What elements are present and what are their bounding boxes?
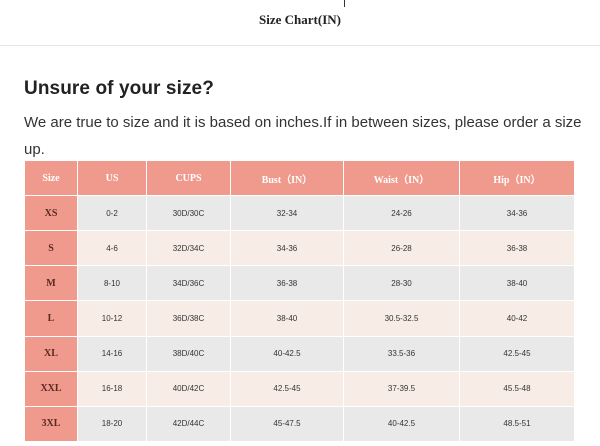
bust-cell: 45-47.5 bbox=[230, 405, 344, 443]
column-header-waist: Waist（IN） bbox=[343, 160, 460, 196]
bust-cell: 34-36 bbox=[230, 230, 344, 267]
size-cell: XL bbox=[24, 335, 78, 372]
table-header-row: Size US CUPS Bust（IN） Waist（IN） Hip（IN） bbox=[24, 160, 575, 196]
column-header-us: US bbox=[77, 160, 147, 196]
cups-cell: 40D/42C bbox=[146, 370, 231, 407]
column-header-bust: Bust（IN） bbox=[230, 160, 344, 196]
us-cell: 4-6 bbox=[77, 230, 147, 267]
hip-cell: 45.5-48 bbox=[459, 370, 575, 407]
us-cell: 10-12 bbox=[77, 300, 147, 337]
page-header: Size Chart(IN) bbox=[0, 0, 600, 46]
hip-cell: 40-42 bbox=[459, 300, 575, 337]
column-header-hip: Hip（IN） bbox=[459, 160, 575, 196]
hip-cell: 48.5-51 bbox=[459, 405, 575, 443]
cups-cell: 32D/34C bbox=[146, 230, 231, 267]
table-row: XS 0-2 30D/30C 32-34 24-26 34-36 bbox=[24, 194, 575, 232]
hip-cell: 38-40 bbox=[459, 265, 575, 302]
table-row: XL 14-16 38D/40C 40-42.5 33.5-36 42.5-45 bbox=[24, 335, 575, 372]
table-row: 3XL 18-20 42D/44C 45-47.5 40-42.5 48.5-5… bbox=[24, 405, 575, 443]
waist-cell: 24-26 bbox=[343, 194, 460, 232]
us-cell: 16-18 bbox=[77, 370, 147, 407]
size-cell: M bbox=[24, 265, 78, 302]
size-help-heading: Unsure of your size? bbox=[24, 78, 214, 99]
bust-cell: 42.5-45 bbox=[230, 370, 344, 407]
bust-cell: 40-42.5 bbox=[230, 335, 344, 372]
hip-cell: 36-38 bbox=[459, 230, 575, 267]
column-header-size: Size bbox=[24, 160, 78, 196]
size-cell: L bbox=[24, 300, 78, 337]
size-cell: 3XL bbox=[24, 405, 78, 443]
hip-cell: 42.5-45 bbox=[459, 335, 575, 372]
table-row: S 4-6 32D/34C 34-36 26-28 36-38 bbox=[24, 230, 575, 267]
waist-cell: 33.5-36 bbox=[343, 335, 460, 372]
table-row: XXL 16-18 40D/42C 42.5-45 37-39.5 45.5-4… bbox=[24, 370, 575, 407]
waist-cell: 40-42.5 bbox=[343, 405, 460, 443]
bust-cell: 36-38 bbox=[230, 265, 344, 302]
cups-cell: 34D/36C bbox=[146, 265, 231, 302]
cups-cell: 42D/44C bbox=[146, 405, 231, 443]
text-cursor bbox=[344, 0, 345, 7]
us-cell: 0-2 bbox=[77, 194, 147, 232]
size-help-description: We are true to size and it is based on i… bbox=[24, 114, 582, 158]
table-row: L 10-12 36D/38C 38-40 30.5-32.5 40-42 bbox=[24, 300, 575, 337]
waist-cell: 28-30 bbox=[343, 265, 460, 302]
waist-cell: 30.5-32.5 bbox=[343, 300, 460, 337]
size-chart-table: Size US CUPS Bust（IN） Waist（IN） Hip（IN） … bbox=[24, 160, 575, 443]
table-row: M 8-10 34D/36C 36-38 28-30 38-40 bbox=[24, 265, 575, 302]
us-cell: 14-16 bbox=[77, 335, 147, 372]
size-cell: XXL bbox=[24, 370, 78, 407]
size-cell: XS bbox=[24, 194, 78, 232]
bust-cell: 32-34 bbox=[230, 194, 344, 232]
us-cell: 8-10 bbox=[77, 265, 147, 302]
bust-cell: 38-40 bbox=[230, 300, 344, 337]
size-cell: S bbox=[24, 230, 78, 267]
cups-cell: 38D/40C bbox=[146, 335, 231, 372]
waist-cell: 37-39.5 bbox=[343, 370, 460, 407]
waist-cell: 26-28 bbox=[343, 230, 460, 267]
cups-cell: 30D/30C bbox=[146, 194, 231, 232]
cups-cell: 36D/38C bbox=[146, 300, 231, 337]
hip-cell: 34-36 bbox=[459, 194, 575, 232]
page-title: Size Chart(IN) bbox=[259, 12, 341, 27]
column-header-cups: CUPS bbox=[146, 160, 231, 196]
us-cell: 18-20 bbox=[77, 405, 147, 443]
